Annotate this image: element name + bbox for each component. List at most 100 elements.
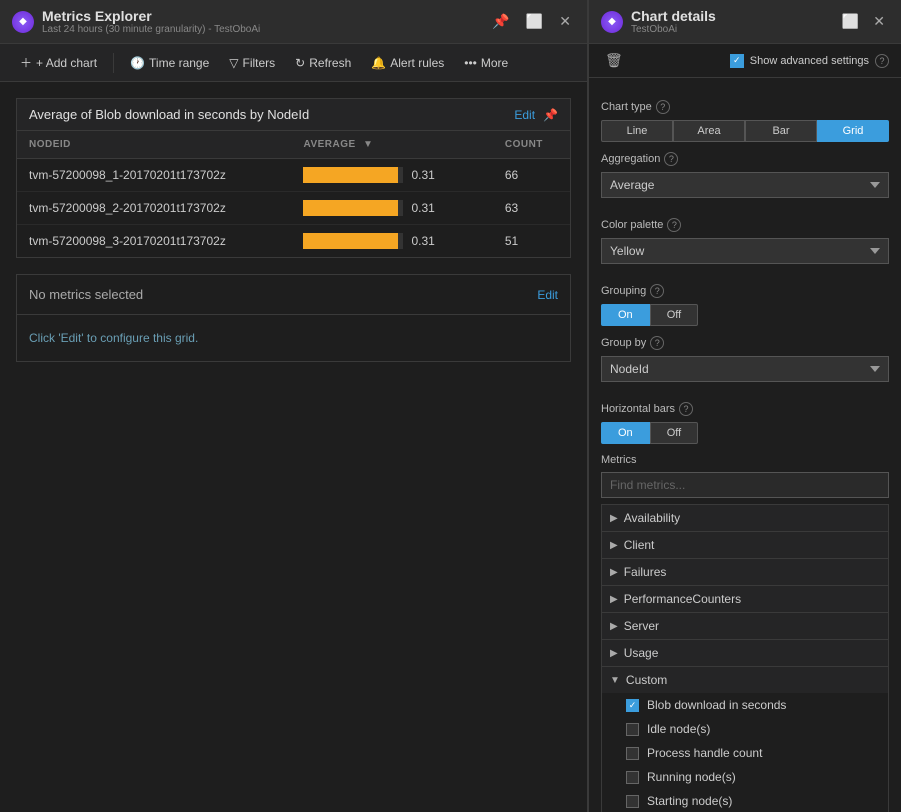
app-subtitle: Last 24 hours (30 minute granularity) - … [42, 24, 260, 35]
metric-item-idle-node(s)[interactable]: Idle node(s) [602, 717, 888, 741]
metric-label-3: Running node(s) [647, 770, 736, 784]
right-restore-button[interactable]: ⬜ [838, 11, 863, 32]
color-palette-section: Color palette ? [601, 218, 889, 232]
close-button[interactable]: ✕ [555, 11, 575, 32]
expand-icon-custom: ▼ [610, 675, 620, 686]
aggregation-info-icon: ? [664, 152, 678, 166]
ellipsis-icon: ••• [464, 56, 477, 70]
grouping-on-button[interactable]: On [601, 304, 650, 326]
horizontal-bars-info-icon: ? [679, 402, 693, 416]
cell-nodeid-1: tvm-57200098_2-20170201t173702z [17, 192, 291, 225]
metric-item-running-node(s)[interactable]: Running node(s) [602, 765, 888, 789]
metric-checkbox-3 [626, 771, 639, 784]
metric-label-0: Blob download in seconds [647, 698, 786, 712]
more-button[interactable]: ••• More [456, 52, 516, 74]
average-value-1: 0.31 [411, 201, 441, 215]
bell-icon: 🔔 [371, 56, 386, 70]
right-toolbar: 🗑 ✓ Show advanced settings ? [589, 44, 901, 78]
color-palette-select[interactable]: Yellow Blue Red Green [601, 238, 889, 264]
title-controls: 📌 ⬜ ✕ [488, 11, 575, 32]
metrics-group-header-usage[interactable]: ▶ Usage [602, 640, 888, 666]
metrics-group-client: ▶ Client [602, 532, 888, 559]
right-close-button[interactable]: ✕ [869, 11, 889, 32]
chart-type-area[interactable]: Area [673, 120, 745, 142]
filters-button[interactable]: ▽ Filters [221, 52, 283, 74]
metrics-search-input[interactable] [601, 472, 889, 498]
expand-icon-client: ▶ [610, 540, 618, 551]
metric-checkbox-2 [626, 747, 639, 760]
group-label-server: Server [624, 619, 659, 633]
app-icon: ◆ [12, 11, 34, 33]
grouping-off-button[interactable]: Off [650, 304, 698, 326]
alert-rules-button[interactable]: 🔔 Alert rules [363, 52, 452, 74]
grouping-section: Grouping ? [601, 284, 889, 298]
metrics-group-availability: ▶ Availability [602, 505, 888, 532]
show-advanced-container: ✓ Show advanced settings ? [730, 54, 889, 68]
metric-label-1: Idle node(s) [647, 722, 710, 736]
chart-edit-button[interactable]: Edit [514, 108, 535, 122]
group-by-select[interactable]: NodeId None [601, 356, 889, 382]
table-row: tvm-57200098_2-20170201t173702z 0.31 63 [17, 192, 570, 225]
filter-icon: ▽ [229, 56, 238, 70]
metrics-group-header-performancecounters[interactable]: ▶ PerformanceCounters [602, 586, 888, 612]
average-value-2: 0.31 [411, 234, 441, 248]
clock-icon: 🕐 [130, 56, 145, 70]
cell-nodeid-0: tvm-57200098_1-20170201t173702z [17, 159, 291, 192]
pin-icon: 📌 [543, 108, 558, 122]
cell-count-2: 51 [493, 225, 570, 258]
left-title-bar: ◆ Metrics Explorer Last 24 hours (30 min… [0, 0, 587, 44]
cell-average-2: 0.31 [291, 225, 492, 258]
time-range-button[interactable]: 🕐 Time range [122, 52, 217, 74]
restore-button[interactable]: ⬜ [522, 11, 547, 32]
horizontal-bars-on-button[interactable]: On [601, 422, 650, 444]
title-left: ◆ Metrics Explorer Last 24 hours (30 min… [12, 8, 260, 35]
metric-item-process-handle-count[interactable]: Process handle count [602, 741, 888, 765]
add-chart-button[interactable]: ＋ + Add chart [12, 50, 105, 75]
show-advanced-info-icon: ? [875, 54, 889, 68]
chart-type-line[interactable]: Line [601, 120, 673, 142]
metrics-group-header-availability[interactable]: ▶ Availability [602, 505, 888, 531]
chart-type-grid[interactable]: Grid [817, 120, 889, 142]
metric-item-starting-node(s)[interactable]: Starting node(s) [602, 789, 888, 812]
metrics-group-header-server[interactable]: ▶ Server [602, 613, 888, 639]
right-title-bar: ◆ Chart details TestOboAi ⬜ ✕ [589, 0, 901, 44]
sort-icon: ▼ [363, 139, 373, 150]
horizontal-bars-off-button[interactable]: Off [650, 422, 698, 444]
grouping-info-icon: ? [650, 284, 664, 298]
refresh-button[interactable]: ↻ Refresh [287, 52, 359, 74]
add-icon: ＋ [20, 54, 32, 71]
expand-icon-server: ▶ [610, 621, 618, 632]
col-average[interactable]: AVERAGE ▼ [291, 131, 492, 159]
table-row: tvm-57200098_1-20170201t173702z 0.31 66 [17, 159, 570, 192]
cell-average-0: 0.31 [291, 159, 492, 192]
metric-label-4: Starting node(s) [647, 794, 732, 808]
group-label-performancecounters: PerformanceCounters [624, 592, 741, 606]
metrics-group-header-failures[interactable]: ▶ Failures [602, 559, 888, 585]
aggregation-select[interactable]: Average Sum Min Max Count [601, 172, 889, 198]
col-count: COUNT [493, 131, 570, 159]
no-metrics-edit-button[interactable]: Edit [537, 288, 558, 302]
metric-item-blob-download-in-seconds[interactable]: ✓ Blob download in seconds [602, 693, 888, 717]
right-panel-content: Chart type ? Line Area Bar Grid Aggregat… [589, 78, 901, 812]
delete-button[interactable]: 🗑 [601, 50, 627, 71]
cell-average-1: 0.31 [291, 192, 492, 225]
metrics-group-header-custom[interactable]: ▼ Custom [602, 667, 888, 693]
group-label-custom: Custom [626, 673, 667, 687]
chart-type-bar[interactable]: Bar [745, 120, 817, 142]
checkbox-checked-icon: ✓ [730, 54, 744, 68]
metrics-group-header-client[interactable]: ▶ Client [602, 532, 888, 558]
chart-type-info-icon: ? [656, 100, 670, 114]
expand-icon-failures: ▶ [610, 567, 618, 578]
right-app-icon: ◆ [601, 11, 623, 33]
metric-label-2: Process handle count [647, 746, 762, 760]
left-panel: ◆ Metrics Explorer Last 24 hours (30 min… [0, 0, 588, 812]
expand-icon-availability: ▶ [610, 513, 618, 524]
table-body: tvm-57200098_1-20170201t173702z 0.31 66 … [17, 159, 570, 258]
bar-container-1 [303, 200, 403, 216]
pin-button[interactable]: 📌 [488, 11, 513, 32]
chart-title: Average of Blob download in seconds by N… [29, 107, 309, 122]
bar-container-2 [303, 233, 403, 249]
cell-nodeid-2: tvm-57200098_3-20170201t173702z [17, 225, 291, 258]
show-advanced-checkbox[interactable]: ✓ [730, 54, 744, 68]
bar-fill-0 [303, 167, 398, 183]
